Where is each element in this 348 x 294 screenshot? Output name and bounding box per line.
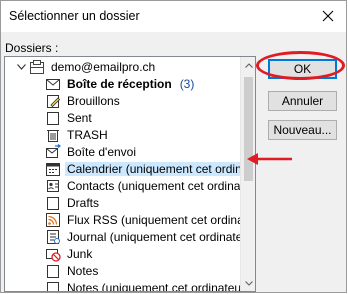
- tree-node-notes-local[interactable]: Notes (uniquement cet ordinateur): [45, 279, 251, 292]
- folder-icon: [45, 195, 61, 211]
- tree-node-calendar[interactable]: Calendrier (uniquement cet ordinateur): [45, 160, 255, 177]
- mailbox-icon: [29, 59, 45, 75]
- account-label: demo@emailpro.ch: [51, 59, 156, 74]
- tree-node-trash[interactable]: TRASH: [45, 126, 110, 143]
- tree-item-label: Journal (uniquement cet ordinateur): [67, 229, 256, 244]
- notes-icon: [45, 263, 61, 279]
- tree-item-label: Sent: [67, 110, 92, 125]
- journal-icon: [45, 229, 61, 245]
- scroll-down-button[interactable]: [241, 275, 255, 291]
- contacts-icon: [45, 178, 61, 194]
- scroll-up-button[interactable]: [241, 57, 255, 73]
- ok-button[interactable]: OK: [268, 59, 337, 79]
- chevron-up-icon: [244, 62, 253, 68]
- close-button[interactable]: [318, 6, 338, 26]
- tree-item-label: Boîte de réception: [67, 76, 172, 91]
- drafts-icon: [45, 93, 61, 109]
- tree-item-label: Brouillons: [67, 93, 120, 108]
- dialog-title: Sélectionner un dossier: [9, 9, 140, 23]
- tree-node-notes[interactable]: Notes: [45, 262, 100, 279]
- outbox-icon: [45, 143, 61, 160]
- tree-node-rss[interactable]: Flux RSS (uniquement cet ordinateur): [45, 211, 256, 228]
- tree-node-inbox[interactable]: Boîte de réception (3): [45, 75, 194, 92]
- tree-item-label: Drafts: [67, 195, 100, 210]
- scrollbar-thumb[interactable]: [244, 77, 253, 181]
- calendar-icon: [45, 161, 61, 177]
- chevron-down-icon: [244, 280, 253, 286]
- tree-node-junk[interactable]: Junk: [45, 245, 94, 262]
- unread-count: (3): [179, 76, 195, 91]
- inbox-icon: [45, 76, 61, 92]
- tree-node-drafts-folder[interactable]: Drafts: [45, 194, 101, 211]
- trash-icon: [45, 127, 61, 143]
- tree-item-label: TRASH: [67, 127, 108, 142]
- folder-tree[interactable]: demo@emailpro.ch Boîte de réception (3) …: [4, 56, 256, 292]
- tree-item-label: Calendrier (uniquement cet ordinateur): [65, 161, 255, 176]
- tree-node-sent[interactable]: Sent: [45, 109, 94, 126]
- tree-item-label: Flux RSS (uniquement cet ordinateur): [67, 212, 256, 227]
- rss-icon: [45, 212, 61, 228]
- tree-node-outbox[interactable]: Boîte d'envoi: [45, 143, 138, 160]
- tree-item-label: Boîte d'envoi: [67, 144, 137, 159]
- tree-item-label: Notes (uniquement cet ordinateur): [67, 280, 250, 292]
- tree-item-label: Contacts (uniquement cet ordinateur): [67, 178, 256, 193]
- chevron-down-icon[interactable]: [16, 62, 26, 72]
- notes-icon: [45, 280, 61, 291]
- title-bar: Sélectionner un dossier: [1, 1, 346, 32]
- cancel-button[interactable]: Annuler: [268, 91, 337, 111]
- tree-node-journal[interactable]: Journal (uniquement cet ordinateur): [45, 228, 256, 245]
- tree-node-contacts[interactable]: Contacts (uniquement cet ordinateur): [45, 177, 256, 194]
- tree-item-label: Notes: [67, 263, 99, 278]
- folders-label: Dossiers :: [5, 41, 59, 55]
- new-folder-button[interactable]: Nouveau...: [268, 120, 337, 140]
- folder-icon: [45, 110, 61, 126]
- vertical-scrollbar[interactable]: [240, 57, 255, 291]
- select-folder-dialog: Sélectionner un dossier Dossiers : demo@…: [0, 0, 347, 293]
- tree-node-account[interactable]: demo@emailpro.ch: [5, 58, 241, 75]
- close-icon: [322, 10, 334, 22]
- tree-node-drafts[interactable]: Brouillons: [45, 92, 122, 109]
- junk-icon: [45, 246, 61, 262]
- tree-item-label: Junk: [67, 246, 93, 261]
